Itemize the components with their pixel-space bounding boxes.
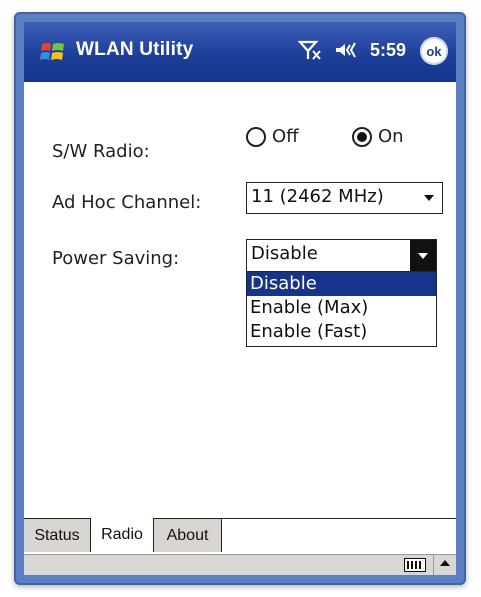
chevron-down-icon[interactable] (410, 240, 436, 271)
radio-on-circle[interactable] (352, 126, 372, 147)
radio-off-circle[interactable] (246, 126, 266, 147)
input-bar (24, 554, 456, 575)
ok-button[interactable]: ok (420, 37, 448, 65)
radio-off[interactable]: Off (246, 126, 299, 147)
divider (433, 555, 434, 575)
device-frame: WLAN Utility 5:59 ok S/W Radio: Off On A… (14, 12, 466, 585)
sw-radio-label: S/W Radio: (52, 141, 150, 162)
tab-about[interactable]: About (154, 518, 222, 552)
radio-off-label: Off (272, 126, 299, 147)
screen: WLAN Utility 5:59 ok S/W Radio: Off On A… (24, 22, 456, 575)
volume-icon[interactable] (334, 39, 360, 61)
app-title: WLAN Utility (76, 39, 194, 60)
up-arrow-icon[interactable] (440, 560, 450, 566)
dropdown-option-disable[interactable]: Disable (247, 272, 436, 296)
power-saving-dropdown-list: Disable Enable (Max) Enable (Fast) (246, 271, 437, 347)
status-area: 5:59 (297, 39, 406, 61)
dropdown-option-enable-fast[interactable]: Enable (Fast) (247, 320, 436, 344)
power-saving-value: Disable (251, 243, 318, 264)
radio-on-label: On (378, 126, 404, 147)
tab-radio[interactable]: Radio (91, 518, 154, 552)
clock-time[interactable]: 5:59 (370, 40, 406, 61)
tab-status[interactable]: Status (24, 518, 91, 552)
tab-bar: Status Radio About (24, 518, 456, 555)
windows-start-icon[interactable] (40, 40, 66, 64)
power-saving-label: Power Saving: (52, 248, 180, 269)
keyboard-icon[interactable] (404, 558, 426, 572)
ad-hoc-channel-value: 11 (2462 MHz) (251, 186, 384, 207)
power-saving-select[interactable]: Disable (246, 239, 437, 272)
title-bar: WLAN Utility 5:59 ok (24, 22, 456, 82)
ad-hoc-channel-label: Ad Hoc Channel: (52, 192, 202, 213)
ad-hoc-channel-select[interactable]: 11 (2462 MHz) (246, 182, 443, 214)
chevron-down-icon[interactable] (416, 183, 442, 213)
dropdown-option-enable-max[interactable]: Enable (Max) (247, 296, 436, 320)
signal-off-icon[interactable] (297, 39, 324, 61)
radio-on[interactable]: On (352, 126, 404, 147)
